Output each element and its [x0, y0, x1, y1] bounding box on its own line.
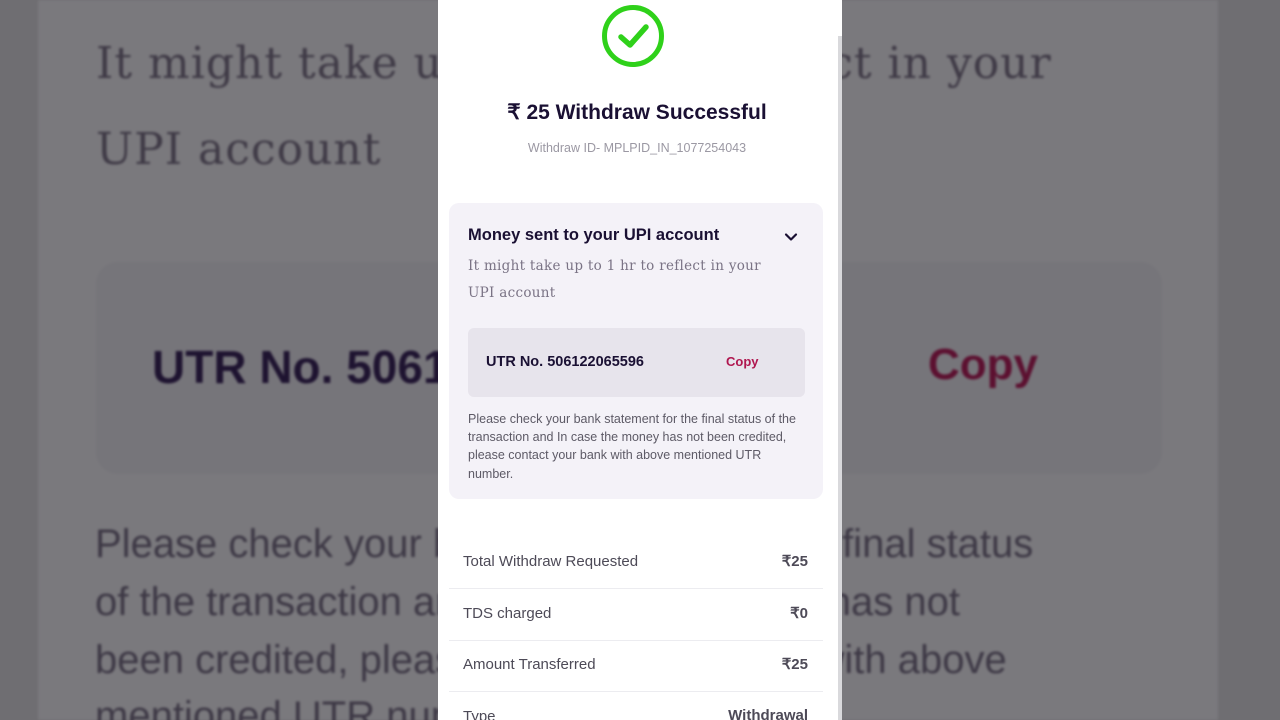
- withdraw-success-screen: ₹ 25 Withdraw Successful Withdraw ID- MP…: [438, 0, 842, 720]
- bank-statement-info: Please check your bank statement for the…: [468, 412, 796, 481]
- utr-number: UTR No. 506122065596: [486, 354, 644, 370]
- card-title: Money sent to your UPI account: [468, 226, 720, 244]
- detail-label: Total Withdraw Requested: [463, 553, 639, 570]
- chevron-down-icon[interactable]: [782, 228, 800, 246]
- check-circle-icon: [602, 5, 664, 67]
- detail-value: ₹0: [790, 605, 808, 622]
- detail-label: TDS charged: [463, 605, 552, 622]
- detail-value: ₹25: [781, 553, 808, 570]
- detail-row-type: Type Withdrawal: [449, 692, 823, 720]
- copy-button[interactable]: Copy: [726, 354, 759, 369]
- detail-label: Amount Transferred: [463, 656, 596, 673]
- withdraw-id: Withdraw ID- MPLPID_IN_1077254043: [527, 141, 747, 155]
- detail-value: Withdrawal: [728, 707, 808, 720]
- scrollbar[interactable]: [838, 36, 842, 720]
- detail-row-amount-transferred: Amount Transferred ₹25: [449, 640, 823, 692]
- page-title: ₹ 25 Withdraw Successful: [507, 101, 767, 124]
- detail-row-tds: TDS charged ₹0: [449, 589, 823, 641]
- detail-value: ₹25: [781, 656, 808, 673]
- detail-row-total-withdraw: Total Withdraw Requested ₹25: [449, 537, 823, 589]
- reflect-note-line2: UPI account: [468, 285, 556, 301]
- detail-label: Type: [463, 708, 496, 720]
- upi-status-card: Money sent to your UPI account It might …: [449, 203, 823, 499]
- reflect-note-line1: It might take up to 1 hr to reflect in y…: [468, 258, 761, 274]
- bg-copy-text: Copy: [928, 340, 1038, 389]
- bg-utr-text: UTR No. 5061: [152, 341, 449, 393]
- bg-note-line2: UPI account: [96, 124, 382, 175]
- utr-box: UTR No. 506122065596 Copy: [468, 328, 805, 397]
